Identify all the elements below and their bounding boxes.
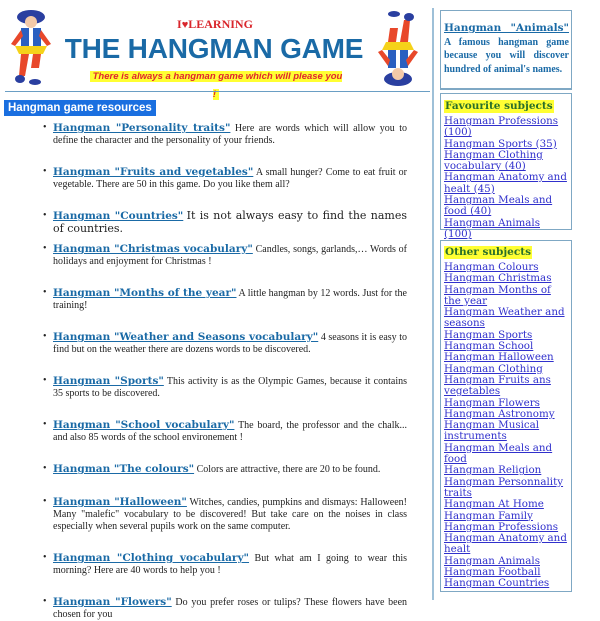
jester-mascot-icon bbox=[11, 10, 51, 85]
resource-link[interactable]: Hangman "Countries" bbox=[53, 210, 183, 222]
brand-logo: I♥LEARNING bbox=[150, 17, 280, 32]
favourite-link[interactable]: Hangman Animals (100) bbox=[444, 217, 568, 241]
resource-link[interactable]: Hangman "Flowers" bbox=[53, 596, 172, 608]
sidebar: Hangman "Animals" A famous hangman game … bbox=[432, 0, 600, 600]
resource-link[interactable]: Hangman "Weather and Seasons vocabulary" bbox=[53, 331, 318, 343]
list-item: Hangman "Christmas vocabulary" Candles, … bbox=[43, 243, 407, 268]
sidebar-divider bbox=[432, 8, 434, 600]
section-heading: Hangman game resources bbox=[4, 100, 156, 116]
list-item: Hangman "Fruits and vegetables" A small … bbox=[43, 166, 407, 191]
other-link[interactable]: Hangman Personnality traits bbox=[444, 476, 568, 500]
other-link[interactable]: Hangman Christmas bbox=[444, 272, 568, 284]
resource-link[interactable]: Hangman "School vocabulary" bbox=[53, 419, 234, 431]
brand-suffix: LEARNING bbox=[188, 17, 253, 31]
other-subjects-box: Other subjects Hangman Colours Hangman C… bbox=[440, 240, 572, 592]
favourite-subjects-heading: Favourite subjects bbox=[444, 100, 554, 113]
favourite-subjects-list: Hangman Professions (100) Hangman Sports… bbox=[444, 115, 568, 241]
favourite-link[interactable]: Hangman Professions (100) bbox=[444, 115, 568, 139]
resource-link[interactable]: Hangman "Fruits and vegetables" bbox=[53, 166, 253, 178]
other-link[interactable]: Hangman At Home bbox=[444, 498, 568, 510]
list-item: Hangman "Clothing vocabulary" But what a… bbox=[43, 552, 407, 577]
resource-link[interactable]: Hangman "Halloween" bbox=[53, 496, 187, 508]
list-item: Hangman "School vocabulary" The board, t… bbox=[43, 419, 407, 444]
upside-down-jester-mascot-icon bbox=[378, 11, 418, 86]
featured-link[interactable]: Hangman "Animals" bbox=[444, 22, 569, 34]
other-link[interactable]: Hangman Halloween bbox=[444, 352, 568, 364]
other-link[interactable]: Hangman Meals and food bbox=[444, 442, 568, 466]
page-header: I♥LEARNING THE HANGMAN GAME There is alw… bbox=[0, 0, 432, 100]
other-link[interactable]: Hangman Anatomy and healt bbox=[444, 533, 568, 556]
list-item: Hangman "Months of the year" A little ha… bbox=[43, 287, 407, 312]
other-link[interactable]: Hangman Months of the year bbox=[444, 284, 568, 308]
other-subjects-list: Hangman Colours Hangman Christmas Hangma… bbox=[444, 261, 568, 590]
resource-link[interactable]: Hangman "Personality traits" bbox=[53, 122, 230, 134]
other-link[interactable]: Hangman Religion bbox=[444, 465, 568, 477]
other-subjects-heading: Other subjects bbox=[444, 246, 533, 259]
tagline: There is always a hangman game which wil… bbox=[87, 66, 345, 102]
other-link[interactable]: Hangman Countries bbox=[444, 578, 568, 590]
resource-link[interactable]: Hangman "Clothing vocabulary" bbox=[53, 552, 249, 564]
favourite-link[interactable]: Hangman Clothing vocabulary (40) bbox=[444, 149, 568, 173]
resource-link[interactable]: Hangman "Sports" bbox=[53, 375, 164, 387]
list-item: Hangman "Sports" This activity is as the… bbox=[43, 375, 407, 400]
list-item: Hangman "The colours" Colors are attract… bbox=[43, 463, 407, 476]
favourite-subjects-box: Favourite subjects Hangman Professions (… bbox=[440, 93, 572, 240]
featured-box: Hangman "Animals" A famous hangman game … bbox=[440, 10, 572, 90]
other-link[interactable]: Hangman Fruits ans vegetables bbox=[444, 374, 568, 398]
resource-link[interactable]: Hangman "The colours" bbox=[53, 463, 194, 475]
page-title: THE HANGMAN GAME bbox=[64, 33, 364, 64]
favourite-link[interactable]: Hangman Anatomy and healt (45) bbox=[444, 172, 568, 195]
list-item: Hangman "Countries" It is not always eas… bbox=[43, 210, 407, 236]
list-item: Hangman "Weather and Seasons vocabulary"… bbox=[43, 331, 407, 356]
featured-description: A famous hangman game because you will d… bbox=[444, 36, 569, 75]
other-link[interactable]: Hangman Weather and seasons bbox=[444, 307, 568, 330]
resource-description: Colors are attractive, there are 20 to b… bbox=[196, 464, 381, 475]
list-item: Hangman "Halloween" Witches, candies, pu… bbox=[43, 496, 407, 533]
resource-link[interactable]: Hangman "Months of the year" bbox=[53, 287, 237, 299]
main-column: I♥LEARNING THE HANGMAN GAME There is alw… bbox=[0, 0, 432, 620]
other-link[interactable]: Hangman Musical instruments bbox=[444, 420, 568, 443]
header-divider bbox=[5, 91, 430, 92]
tagline-text: There is always a hangman game which wil… bbox=[89, 71, 343, 100]
resource-link[interactable]: Hangman "Christmas vocabulary" bbox=[53, 243, 253, 255]
favourite-link[interactable]: Hangman Meals and food (40) bbox=[444, 195, 568, 218]
list-item: Hangman "Personality traits" Here are wo… bbox=[43, 122, 407, 147]
